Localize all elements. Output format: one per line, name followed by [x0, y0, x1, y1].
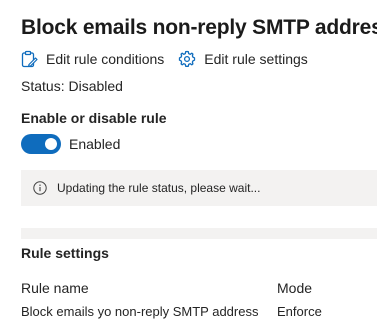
page-title: Block emails non-reply SMTP address: [21, 16, 377, 39]
action-bar: Edit rule conditions Edit rule settings: [20, 50, 308, 68]
toggle-heading: Enable or disable rule: [21, 110, 167, 126]
edit-rule-settings-label: Edit rule settings: [204, 51, 308, 67]
column-header-rule-name: Rule name: [21, 280, 89, 296]
toggle-state-label: Enabled: [69, 136, 121, 152]
rule-status-text: Status: Disabled: [21, 78, 123, 94]
mode-value: Enforce: [277, 304, 322, 319]
enable-rule-toggle-row: Enabled: [21, 134, 120, 154]
settings-divider: [21, 228, 377, 239]
edit-rule-conditions-label: Edit rule conditions: [46, 51, 165, 67]
rule-details-panel: Block emails non-reply SMTP address Edit…: [0, 0, 377, 320]
rule-name-value: Block emails yo non-reply SMTP address: [21, 304, 259, 319]
edit-rule-settings-button[interactable]: Edit rule settings: [178, 50, 308, 68]
rule-settings-heading: Rule settings: [21, 245, 109, 261]
toggle-knob: [45, 138, 57, 150]
status-message-bar: Updating the rule status, please wait...: [21, 170, 377, 206]
status-message-text: Updating the rule status, please wait...: [57, 181, 261, 195]
info-icon: [33, 181, 47, 195]
clipboard-edit-icon: [21, 50, 38, 68]
column-header-mode: Mode: [277, 280, 313, 296]
enable-rule-toggle[interactable]: [21, 134, 61, 154]
edit-rule-conditions-button[interactable]: Edit rule conditions: [20, 50, 164, 68]
gear-icon: [179, 50, 196, 67]
